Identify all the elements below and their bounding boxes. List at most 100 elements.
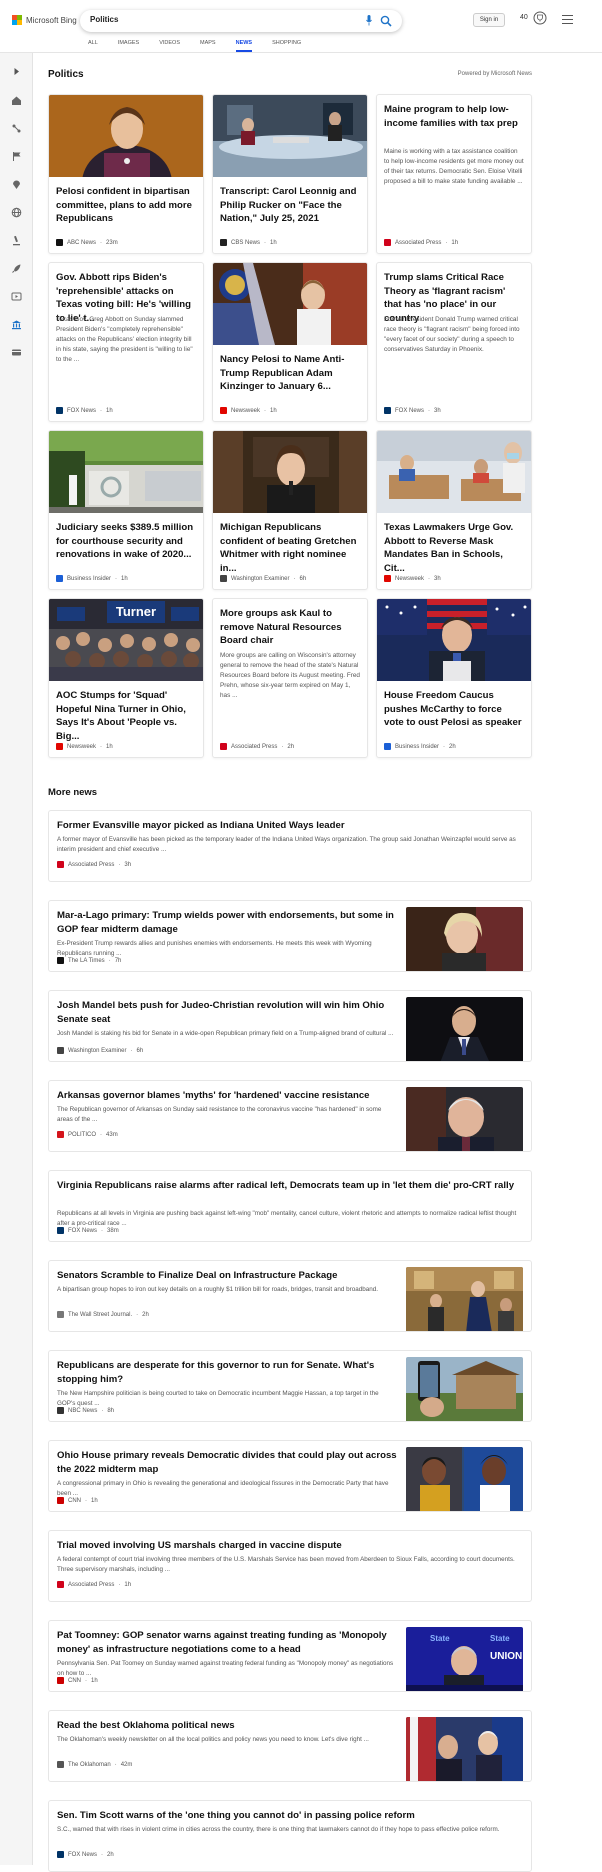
news-card-source[interactable]: ABC News · 23m bbox=[56, 239, 118, 246]
tab-videos[interactable]: VIDEOS bbox=[159, 40, 180, 52]
more-news-item[interactable]: Mar-a-Lago primary: Trump wields power w… bbox=[48, 900, 532, 972]
more-news-thumbnail[interactable] bbox=[406, 1357, 523, 1421]
news-card-source[interactable]: Newsweek · 1h bbox=[220, 407, 277, 414]
more-news-source[interactable]: FOX News · 38m bbox=[57, 1227, 119, 1234]
search-icon[interactable] bbox=[380, 15, 392, 27]
discover-icon[interactable] bbox=[11, 123, 22, 134]
news-card-image[interactable] bbox=[377, 431, 531, 513]
more-news-source[interactable]: Associated Press · 3h bbox=[57, 861, 131, 868]
more-news-title[interactable]: Sen. Tim Scott warns of the 'one thing y… bbox=[57, 1809, 523, 1823]
more-news-title[interactable]: Ohio House primary reveals Democratic di… bbox=[57, 1449, 398, 1476]
expand-icon[interactable] bbox=[11, 66, 22, 77]
more-news-thumbnail[interactable] bbox=[406, 1267, 523, 1331]
more-news-item[interactable]: Pat Toomney: GOP senator warns against t… bbox=[48, 1620, 532, 1692]
news-card-title[interactable]: Michigan Republicans confident of beatin… bbox=[220, 521, 360, 575]
bing-logo[interactable]: Microsoft Bing bbox=[12, 15, 77, 25]
more-news-title[interactable]: Former Evansville mayor picked as Indian… bbox=[57, 819, 523, 833]
money-icon[interactable] bbox=[11, 347, 22, 358]
news-card[interactable]: Transcript: Carol Leonnig and Philip Ruc… bbox=[212, 94, 368, 254]
more-news-source[interactable]: CNN · 1h bbox=[57, 1497, 98, 1504]
search-query[interactable]: Politics bbox=[90, 15, 118, 24]
more-news-item[interactable]: Former Evansville mayor picked as Indian… bbox=[48, 810, 532, 882]
home-icon[interactable] bbox=[11, 95, 22, 106]
news-card-title[interactable]: Maine program to help low-income familie… bbox=[384, 103, 524, 130]
video-icon[interactable] bbox=[11, 291, 22, 302]
news-card-title[interactable]: AOC Stumps for 'Squad' Hopeful Nina Turn… bbox=[56, 689, 196, 743]
news-card[interactable]: Gov. Abbott rips Biden's 'reprehensible'… bbox=[48, 262, 204, 422]
news-card-source[interactable]: Associated Press · 2h bbox=[220, 743, 294, 750]
more-news-title[interactable]: Virginia Republicans raise alarms after … bbox=[57, 1179, 523, 1193]
more-news-title[interactable]: Read the best Oklahoma political news bbox=[57, 1719, 398, 1733]
news-card[interactable]: House Freedom Caucus pushes McCarthy to … bbox=[376, 598, 532, 758]
more-news-thumbnail[interactable]: State State UNION bbox=[406, 1627, 523, 1691]
more-news-item[interactable]: Virginia Republicans raise alarms after … bbox=[48, 1170, 532, 1242]
more-news-item[interactable]: Josh Mandel bets push for Judeo-Christia… bbox=[48, 990, 532, 1062]
news-card-image[interactable] bbox=[49, 95, 203, 221]
news-card[interactable]: Trump slams Critical Race Theory as 'fla… bbox=[376, 262, 532, 422]
more-news-thumbnail[interactable] bbox=[406, 1087, 523, 1151]
news-card-title[interactable]: Transcript: Carol Leonnig and Philip Ruc… bbox=[220, 185, 360, 226]
microphone-icon[interactable] bbox=[366, 15, 372, 26]
news-card[interactable]: Pelosi confident in bipartisan committee… bbox=[48, 94, 204, 254]
news-card[interactable]: Maine program to help low-income familie… bbox=[376, 94, 532, 254]
news-card-image[interactable]: Turner bbox=[49, 599, 203, 681]
news-card-source[interactable]: Business Insider · 2h bbox=[384, 743, 456, 750]
news-card-source[interactable]: CBS News · 1h bbox=[220, 239, 277, 246]
more-news-title[interactable]: Republicans are desperate for this gover… bbox=[57, 1359, 398, 1386]
news-card-source[interactable]: FOX News · 3h bbox=[384, 407, 441, 414]
politics-icon[interactable] bbox=[11, 319, 22, 330]
more-news-item[interactable]: Read the best Oklahoma political news The… bbox=[48, 1710, 532, 1782]
more-news-item[interactable]: Trial moved involving US marshals charge… bbox=[48, 1530, 532, 1602]
news-card[interactable]: More groups ask Kaul to remove Natural R… bbox=[212, 598, 368, 758]
rewards-trophy-icon[interactable] bbox=[533, 11, 547, 25]
more-news-title[interactable]: Arkansas governor blames 'myths' for 'ha… bbox=[57, 1089, 398, 1103]
more-news-thumbnail[interactable] bbox=[406, 1447, 523, 1511]
location-icon[interactable] bbox=[11, 179, 22, 190]
more-news-title[interactable]: Josh Mandel bets push for Judeo-Christia… bbox=[57, 999, 398, 1026]
more-news-source[interactable]: FOX News · 2h bbox=[57, 1851, 114, 1858]
news-card-source[interactable]: Business Insider · 1h bbox=[56, 575, 128, 582]
news-card-title[interactable]: House Freedom Caucus pushes McCarthy to … bbox=[384, 689, 524, 730]
globe-icon[interactable] bbox=[11, 207, 22, 218]
tab-images[interactable]: IMAGES bbox=[118, 40, 139, 52]
menu-icon[interactable] bbox=[562, 15, 573, 24]
tab-shopping[interactable]: SHOPPING bbox=[272, 40, 301, 52]
more-news-title[interactable]: Senators Scramble to Finalize Deal on In… bbox=[57, 1269, 398, 1283]
news-card-source[interactable]: FOX News · 1h bbox=[56, 407, 113, 414]
sign-in-button[interactable]: Sign in bbox=[473, 13, 505, 27]
news-card[interactable]: Nancy Pelosi to Name Anti-Trump Republic… bbox=[212, 262, 368, 422]
more-news-source[interactable]: The LA Times · 7h bbox=[57, 957, 121, 964]
news-card[interactable]: Turner AOC Stumps for 'Squad' Hopeful Nin… bbox=[48, 598, 204, 758]
more-news-item[interactable]: Arkansas governor blames 'myths' for 'ha… bbox=[48, 1080, 532, 1152]
more-news-title[interactable]: Mar-a-Lago primary: Trump wields power w… bbox=[57, 909, 398, 936]
news-card-title[interactable]: Texas Lawmakers Urge Gov. Abbott to Reve… bbox=[384, 521, 524, 575]
news-card-title[interactable]: Judiciary seeks $389.5 million for court… bbox=[56, 521, 196, 562]
more-news-thumbnail[interactable] bbox=[406, 907, 523, 971]
news-card-image[interactable] bbox=[49, 431, 203, 513]
news-card-source[interactable]: Associated Press · 1h bbox=[384, 239, 458, 246]
more-news-source[interactable]: Associated Press · 1h bbox=[57, 1581, 131, 1588]
more-news-source[interactable]: CNN · 1h bbox=[57, 1677, 98, 1684]
news-card-image[interactable] bbox=[213, 95, 367, 177]
search-box[interactable]: Politics bbox=[80, 10, 402, 32]
news-card-title[interactable]: Nancy Pelosi to Name Anti-Trump Republic… bbox=[220, 353, 360, 394]
more-news-source[interactable]: NBC News · 8h bbox=[57, 1407, 114, 1414]
news-card[interactable]: Texas Lawmakers Urge Gov. Abbott to Reve… bbox=[376, 430, 532, 590]
rocket-icon[interactable] bbox=[11, 263, 22, 274]
more-news-source[interactable]: Washington Examiner · 6h bbox=[57, 1047, 143, 1054]
news-card-image[interactable] bbox=[377, 599, 531, 681]
news-card-source[interactable]: Washington Examiner · 6h bbox=[220, 575, 306, 582]
tab-maps[interactable]: MAPS bbox=[200, 40, 216, 52]
more-news-title[interactable]: Trial moved involving US marshals charge… bbox=[57, 1539, 523, 1553]
news-card-source[interactable]: Newsweek · 1h bbox=[56, 743, 113, 750]
news-card-source[interactable]: Newsweek · 3h bbox=[384, 575, 441, 582]
news-card[interactable]: Michigan Republicans confident of beatin… bbox=[212, 430, 368, 590]
more-news-thumbnail[interactable] bbox=[406, 1717, 523, 1781]
more-news-source[interactable]: The Oklahoman · 42m bbox=[57, 1761, 132, 1768]
more-news-thumbnail[interactable] bbox=[406, 997, 523, 1061]
more-news-item[interactable]: Republicans are desperate for this gover… bbox=[48, 1350, 532, 1422]
more-news-source[interactable]: POLITICO · 43m bbox=[57, 1131, 118, 1138]
flag-icon[interactable] bbox=[11, 151, 22, 162]
news-card-image[interactable] bbox=[213, 431, 367, 513]
more-news-item[interactable]: Senators Scramble to Finalize Deal on In… bbox=[48, 1260, 532, 1332]
